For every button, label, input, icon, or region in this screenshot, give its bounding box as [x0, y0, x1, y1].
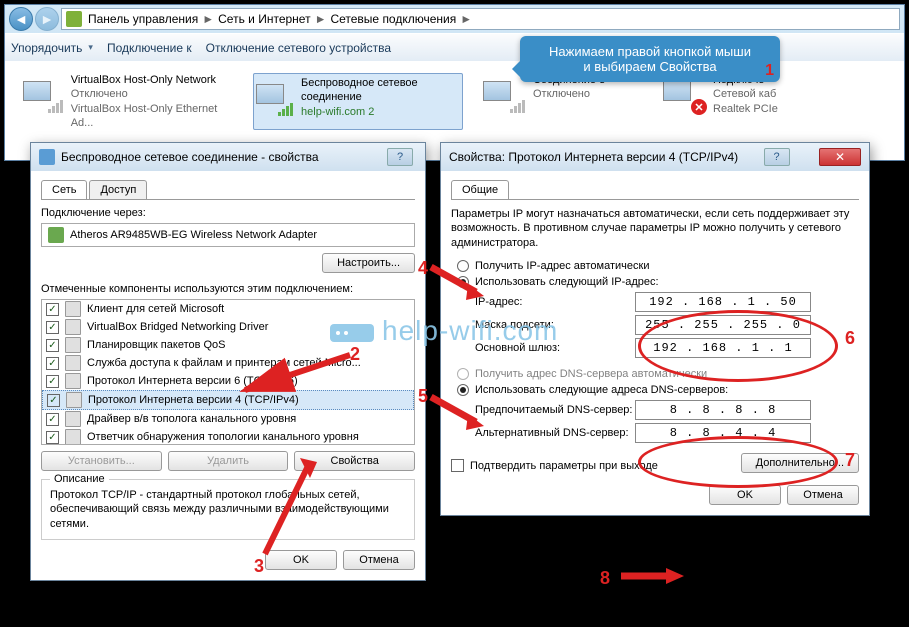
arrow-2 — [230, 350, 360, 400]
tab-network[interactable]: Сеть — [41, 180, 87, 199]
adapter-field: Atheros AR9485WB-EG Wireless Network Ada… — [41, 223, 415, 247]
connect-via-label: Подключение через: — [41, 207, 415, 219]
install-button[interactable]: Установить... — [41, 451, 162, 471]
checkbox[interactable]: ✓ — [46, 357, 59, 370]
list-item: ✓Драйвер в/в тополога канального уровня — [42, 410, 414, 428]
connect-to[interactable]: Подключение к — [107, 41, 192, 55]
annotation-4: 4 — [418, 258, 428, 279]
wifi-icon — [39, 149, 55, 165]
component-icon — [65, 429, 81, 445]
ip-input[interactable]: 192 . 168 . 1 . 50 — [635, 292, 811, 312]
cancel-button[interactable]: Отмена — [787, 485, 859, 505]
configure-button[interactable]: Настроить... — [322, 253, 415, 273]
annotation-3: 3 — [254, 556, 264, 577]
annotation-5: 5 — [418, 386, 428, 407]
breadcrumb-root[interactable]: Панель управления — [88, 12, 198, 26]
annotation-8: 8 — [600, 568, 610, 589]
breadcrumb-mid[interactable]: Сеть и Интернет — [218, 12, 310, 26]
checkbox[interactable]: ✓ — [46, 413, 59, 426]
checkbox[interactable]: ✓ — [46, 303, 59, 316]
component-icon — [65, 355, 81, 371]
annotation-circle-ip — [638, 310, 838, 382]
arrow-4 — [426, 262, 486, 302]
dialog-title: Беспроводное сетевое соединение - свойст… — [61, 150, 319, 164]
radio-static-ip[interactable]: Использовать следующий IP-адрес: — [457, 276, 859, 288]
help-button[interactable]: ? — [387, 148, 413, 166]
component-icon — [65, 373, 81, 389]
organize-menu[interactable]: Упорядочить — [11, 41, 93, 55]
info-text: Параметры IP могут назначаться автоматич… — [451, 207, 859, 250]
radio-auto-ip[interactable]: Получить IP-адрес автоматически — [457, 260, 859, 272]
list-item: ✓Ответчик обнаружения топологии канально… — [42, 428, 414, 445]
explorer-window: ◄ ► Панель управления ► Сеть и Интернет … — [4, 4, 905, 161]
cancel-button[interactable]: Отмена — [343, 550, 415, 570]
checkbox[interactable]: ✓ — [46, 431, 59, 444]
dialog-connection-properties: Беспроводное сетевое соединение - свойст… — [30, 142, 426, 581]
dialog-titlebar[interactable]: Свойства: Протокол Интернета версии 4 (T… — [441, 143, 869, 171]
connection-wireless[interactable]: Беспроводное сетевое соединение help-wif… — [253, 73, 463, 130]
component-icon — [65, 337, 81, 353]
address-bar: ◄ ► Панель управления ► Сеть и Интернет … — [5, 5, 904, 33]
components-label: Отмеченные компоненты используются этим … — [41, 283, 415, 295]
radio-static-dns[interactable]: Использовать следующие адреса DNS-сервер… — [457, 384, 859, 396]
radio-icon — [457, 368, 469, 380]
connection-virtualbox[interactable]: VirtualBox Host-Only Network Отключено V… — [23, 73, 233, 130]
dns1-input[interactable]: 8 . 8 . 8 . 8 — [635, 400, 811, 420]
dialog-title: Свойства: Протокол Интернета версии 4 (T… — [449, 150, 738, 164]
help-button[interactable]: ? — [764, 148, 790, 166]
tab-general[interactable]: Общие — [451, 180, 509, 199]
breadcrumb[interactable]: Панель управления ► Сеть и Интернет ► Се… — [61, 8, 900, 30]
annotation-2: 2 — [350, 344, 360, 365]
checkbox[interactable]: ✓ — [46, 321, 59, 334]
breadcrumb-leaf[interactable]: Сетевые подключения — [330, 12, 456, 26]
dialog-titlebar[interactable]: Беспроводное сетевое соединение - свойст… — [31, 143, 425, 171]
checkbox[interactable]: ✓ — [46, 375, 59, 388]
adapter-icon — [48, 227, 64, 243]
arrow-8 — [616, 566, 686, 586]
back-button[interactable]: ◄ — [9, 7, 33, 31]
annotation-6: 6 — [845, 328, 855, 349]
checkbox[interactable]: ✓ — [46, 339, 59, 352]
close-button[interactable]: ✕ — [819, 148, 861, 166]
component-icon — [66, 392, 82, 408]
watermark: help-wifi.com — [330, 315, 558, 347]
component-icon — [65, 411, 81, 427]
description-label: Описание — [50, 473, 109, 485]
component-icon — [65, 319, 81, 335]
dns2-label: Альтернативный DNS-сервер: — [475, 427, 635, 439]
annotation-circle-dns — [638, 436, 838, 488]
control-panel-icon — [66, 11, 82, 27]
dns1-label: Предпочитаемый DNS-сервер: — [475, 404, 635, 416]
annotation-callout: Нажимаем правой кнопкой мыши и выбираем … — [520, 36, 780, 82]
error-icon: ✕ — [691, 99, 707, 115]
checkbox-icon — [451, 459, 464, 472]
forward-button[interactable]: ► — [35, 7, 59, 31]
ip-label: IP-адрес: — [475, 296, 635, 308]
confirm-checkbox[interactable]: Подтвердить параметры при выходе — [451, 459, 658, 472]
arrow-3 — [255, 452, 325, 562]
checkbox[interactable]: ✓ — [47, 394, 60, 407]
description-text: Протокол TCP/IP - стандартный протокол г… — [50, 488, 406, 531]
arrow-5 — [426, 392, 486, 432]
component-icon — [65, 301, 81, 317]
disable-device[interactable]: Отключение сетевого устройства — [206, 41, 391, 55]
annotation-7: 7 — [845, 450, 855, 471]
tab-access[interactable]: Доступ — [89, 180, 147, 199]
